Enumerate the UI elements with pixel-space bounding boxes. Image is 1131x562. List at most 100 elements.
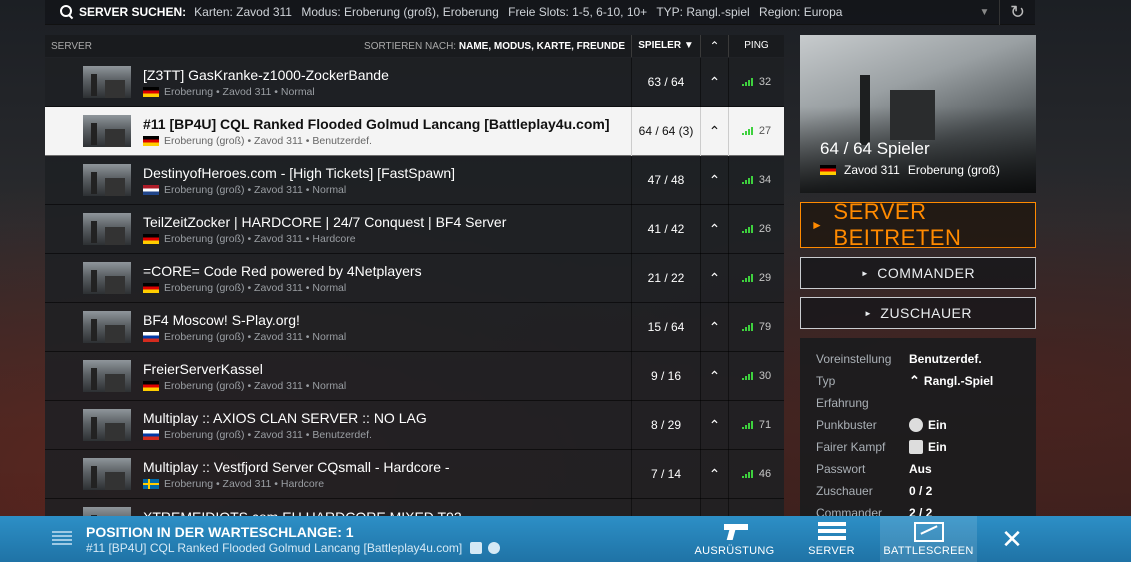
ranked-icon: ⌃ bbox=[700, 351, 728, 401]
map-thumbnail bbox=[83, 213, 131, 245]
nav-loadout-label: AUSRÜSTUNG bbox=[694, 545, 775, 557]
nav-battlescreen[interactable]: BATTLESCREEN bbox=[880, 516, 977, 562]
detail-value: Ein bbox=[928, 440, 947, 454]
close-icon[interactable]: ✕ bbox=[983, 516, 1041, 562]
preview-mode: Eroberung (groß) bbox=[907, 163, 1000, 177]
rank-icon: ⌃ bbox=[909, 373, 920, 388]
detail-key: Voreinstellung bbox=[816, 352, 892, 366]
server-ping: 30 bbox=[728, 351, 784, 401]
detail-key: Punkbuster bbox=[816, 418, 877, 432]
detail-key: Erfahrung bbox=[816, 396, 869, 410]
preview-image-tower bbox=[860, 75, 870, 145]
detail-row: Erfahrung bbox=[800, 392, 1036, 414]
server-name: [Z3TT] GasKranke-z1000-ZockerBande bbox=[143, 66, 389, 83]
server-info: Multiplay :: AXIOS CLAN SERVER :: NO LAG… bbox=[143, 410, 631, 441]
rank-column-icon[interactable]: ⌃ bbox=[700, 35, 728, 57]
nav-server[interactable]: SERVER bbox=[783, 516, 880, 562]
server-mode-map: Eroberung (groß) • Zavod 311 • Normal bbox=[164, 183, 347, 196]
chevron-down-icon[interactable]: ▼ bbox=[970, 0, 1000, 25]
detail-key: Fairer Kampf bbox=[816, 440, 886, 454]
queue-info: POSITION IN DER WARTESCHLANGE: 1 #11 [BP… bbox=[86, 524, 686, 555]
detail-value-wrap: ⌃ Rangl.-Spiel bbox=[909, 373, 993, 389]
server-name: DestinyofHeroes.com - [High Tickets] [Fa… bbox=[143, 164, 455, 181]
nav-loadout[interactable]: AUSRÜSTUNG bbox=[686, 516, 783, 562]
sort-by[interactable]: SORTIEREN NACH: NAME, MODUS, KARTE, FREU… bbox=[195, 41, 631, 52]
server-row[interactable]: Multiplay :: AXIOS CLAN SERVER :: NO LAG… bbox=[45, 400, 784, 450]
server-meta: Eroberung • Zavod 311 • Hardcore bbox=[143, 478, 631, 490]
commander-button[interactable]: ► COMMANDER bbox=[800, 257, 1036, 289]
fairfight-icon bbox=[909, 440, 923, 454]
join-server-button[interactable]: ► SERVER BEITRETEN bbox=[800, 199, 1036, 250]
server-meta: Eroberung (groß) • Zavod 311 • Benutzerd… bbox=[143, 429, 631, 441]
spectator-button[interactable]: ► ZUSCHAUER bbox=[800, 297, 1036, 329]
country-flag-icon bbox=[143, 429, 159, 440]
server-list: [Z3TT] GasKranke-z1000-ZockerBande Erobe… bbox=[45, 58, 784, 516]
nav-server-label: SERVER bbox=[808, 545, 855, 557]
server-ping-value: 79 bbox=[758, 320, 772, 333]
fairfight-icon bbox=[470, 541, 483, 554]
column-ping[interactable]: PING bbox=[728, 35, 784, 57]
nav-battlescreen-label: BATTLESCREEN bbox=[883, 545, 974, 557]
map-preview: 64 / 64 Spieler Zavod 311 Eroberung (gro… bbox=[800, 35, 1036, 193]
server-ping: 27 bbox=[728, 106, 784, 156]
server-row[interactable]: FreierServerKassel Eroberung (groß) • Za… bbox=[45, 351, 784, 401]
server-ping-value: 29 bbox=[758, 271, 772, 284]
server-ping: 46 bbox=[728, 449, 784, 499]
server-list-header: SERVER SORTIEREN NACH: NAME, MODUS, KART… bbox=[45, 35, 784, 57]
preview-meta: Zavod 311 Eroberung (groß) bbox=[820, 163, 1008, 177]
signal-bars-icon bbox=[741, 273, 754, 282]
ranked-icon: ⌃ bbox=[700, 400, 728, 450]
filter-region: Region: Europa bbox=[759, 5, 843, 19]
ranked-icon: ⌃ bbox=[700, 106, 728, 156]
server-meta: Eroberung (groß) • Zavod 311 • Normal bbox=[143, 282, 631, 294]
server-info: [Z3TT] GasKranke-z1000-ZockerBande Erobe… bbox=[143, 67, 631, 98]
ranked-icon: ⌃ bbox=[700, 449, 728, 499]
server-ping-value: 32 bbox=[758, 75, 772, 88]
column-players[interactable]: SPIELER ▼ bbox=[631, 35, 700, 57]
server-players: 63 / 64 bbox=[631, 58, 700, 107]
signal-bars-icon bbox=[741, 322, 754, 331]
server-name: FreierServerKassel bbox=[143, 360, 263, 377]
detail-key: Zuschauer bbox=[816, 484, 873, 498]
server-players: 47 / 48 bbox=[631, 155, 700, 205]
server-info: TeilZeitZocker | HARDCORE | 24/7 Conques… bbox=[143, 214, 631, 245]
sort-options[interactable]: NAME, MODUS, KARTE, FREUNDE bbox=[459, 41, 625, 52]
server-players: 15 / 64 bbox=[631, 302, 700, 352]
play-triangle-icon: ► bbox=[811, 218, 824, 232]
server-mode-map: Eroberung (groß) • Zavod 311 • Normal bbox=[164, 379, 347, 392]
server-info: =CORE= Code Red powered by 4Netplayers E… bbox=[143, 263, 631, 294]
server-row[interactable]: XTREMEIDIOTS.com EU HARDCORE MIXED T92 4… bbox=[45, 498, 784, 516]
server-row[interactable]: Multiplay :: Vestfjord Server CQsmall - … bbox=[45, 449, 784, 499]
ranked-icon: ⌃ bbox=[700, 498, 728, 516]
server-mode-map: Eroberung • Zavod 311 • Normal bbox=[164, 85, 315, 98]
detail-row: Commander 2 / 2 bbox=[800, 502, 1036, 516]
server-row[interactable]: #11 [BP4U] CQL Ranked Flooded Golmud Lan… bbox=[45, 106, 784, 156]
queue-bar: POSITION IN DER WARTESCHLANGE: 1 #11 [BP… bbox=[0, 516, 1131, 562]
server-ping: 26 bbox=[728, 204, 784, 254]
server-row[interactable]: [Z3TT] GasKranke-z1000-ZockerBande Erobe… bbox=[45, 58, 784, 107]
server-row[interactable]: TeilZeitZocker | HARDCORE | 24/7 Conques… bbox=[45, 204, 784, 254]
search-filters[interactable]: Karten: Zavod 311 Modus: Eroberung (groß… bbox=[194, 5, 970, 19]
country-flag-icon bbox=[143, 282, 159, 293]
detail-value-wrap: 0 / 2 bbox=[909, 484, 932, 498]
detail-value: 2 / 2 bbox=[909, 506, 933, 516]
server-row[interactable]: BF4 Moscow! S-Play.org! Eroberung (groß)… bbox=[45, 302, 784, 352]
column-server: SERVER bbox=[51, 40, 92, 52]
map-thumbnail bbox=[83, 507, 131, 516]
server-mode-map: Eroberung (groß) • Zavod 311 • Hardcore bbox=[164, 232, 356, 245]
play-triangle-icon: ► bbox=[863, 308, 873, 318]
detail-key: Typ bbox=[816, 374, 836, 388]
queue-server-name: #11 [BP4U] CQL Ranked Flooded Golmud Lan… bbox=[86, 540, 463, 555]
server-info: DestinyofHeroes.com - [High Tickets] [Fa… bbox=[143, 165, 631, 196]
server-row[interactable]: DestinyofHeroes.com - [High Tickets] [Fa… bbox=[45, 155, 784, 205]
ranked-icon: ⌃ bbox=[700, 302, 728, 352]
ranked-icon: ⌃ bbox=[700, 204, 728, 254]
detail-row: Fairer Kampf Ein bbox=[800, 436, 1036, 458]
server-search-bar[interactable]: SERVER SUCHEN: Karten: Zavod 311 Modus: … bbox=[45, 0, 1035, 25]
server-row[interactable]: =CORE= Code Red powered by 4Netplayers E… bbox=[45, 253, 784, 303]
server-ping: 79 bbox=[728, 302, 784, 352]
detail-row: Voreinstellung Benutzerdef. bbox=[800, 348, 1036, 370]
server-ping-value: 26 bbox=[758, 222, 772, 235]
server-players: 8 / 29 bbox=[631, 400, 700, 450]
refresh-icon[interactable]: ↻ bbox=[1000, 0, 1035, 25]
